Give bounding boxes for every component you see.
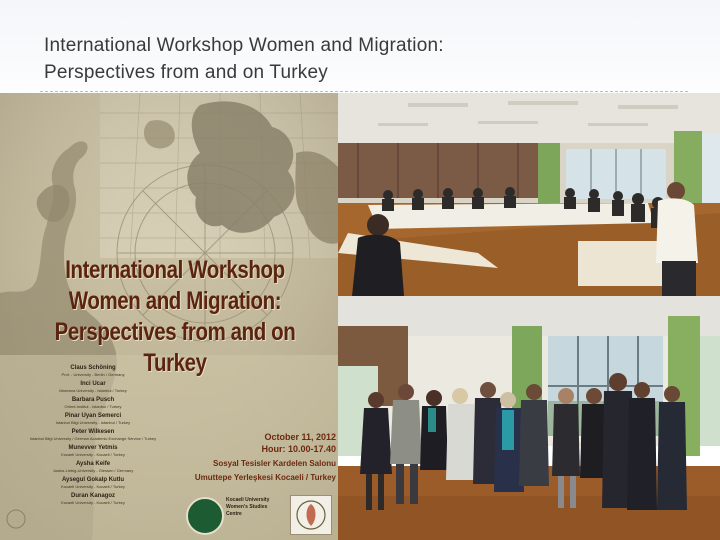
- speaker-affiliation: Kocaeli University - Kocaeli / Turkey: [61, 500, 125, 505]
- speaker-item: Barbara Pusch Orient-Institut - Istanbul …: [8, 397, 178, 409]
- speaker-affiliation: Kocaeli University - Kocaeli / Turkey: [61, 452, 125, 457]
- event-details: October 11, 2012 Hour: 10.00-17.40 Sosya…: [172, 431, 336, 483]
- speaker-name: Munevver Yetmis: [68, 445, 118, 451]
- event-date: October 11, 2012: [264, 432, 336, 442]
- poster-logos: Kocaeli University Women's Studies Centr…: [180, 493, 338, 537]
- speaker-name: Peter Wilkesen: [71, 429, 115, 435]
- logo-caption-line2: Women's Studies: [226, 504, 268, 510]
- speaker-item: Claus Schöning Prof. - University - Berli…: [8, 365, 178, 377]
- speaker-affiliation: Orient-Institut - Istanbul / Turkey: [64, 404, 122, 409]
- event-venue-line1: Sosyal Tesisler Kardelen Salonu: [212, 459, 336, 468]
- speaker-affiliation: Istanbul Bilgi University / German Acade…: [29, 436, 157, 441]
- speaker-affiliation: Marmara University - Istanbul / Turkey: [59, 388, 127, 393]
- speaker-name: Inci Ucar: [80, 381, 106, 387]
- slide-title-line2: Perspectives from and on Turkey: [44, 62, 328, 83]
- speaker-affiliation: Justus-Liebig-University - Giessen / Ger…: [52, 468, 134, 473]
- speaker-affiliation: Kocaeli University - Kocaeli / Turkey: [61, 484, 125, 489]
- event-hour: Hour: 10.00-17.40: [261, 444, 336, 454]
- speaker-name: Barbara Pusch: [71, 397, 115, 403]
- speaker-list: Claus Schöning Prof. - University - Berli…: [8, 361, 178, 505]
- speaker-item: Inci Ucar Marmara University - Istanbul /…: [8, 381, 178, 393]
- speaker-item: Aysegul Gokalp Kutlu Kocaeli University -…: [8, 477, 178, 489]
- group-photo: [338, 296, 720, 540]
- speaker-name: Duran Kanagoz: [70, 493, 115, 499]
- workshop-poster: International Workshop Women and Migrati…: [0, 93, 338, 540]
- speaker-item: Peter Wilkesen Istanbul Bilgi University …: [8, 429, 178, 441]
- logo-caption: Kocaeli University Women's Studies Centr…: [226, 497, 284, 518]
- speaker-affiliation: Istanbul Bilgi University - Istanbul / T…: [55, 420, 131, 425]
- slide-title-line1: International Workshop Women and Migrati…: [44, 35, 444, 56]
- poster-heading-line2: Women and Migration:: [68, 287, 282, 315]
- slide-title: International Workshop Women and Migrati…: [44, 32, 684, 86]
- speaker-item: Munevver Yetmis Kocaeli University - Koca…: [8, 445, 178, 457]
- logo-caption-line1: Kocaeli University: [226, 497, 270, 503]
- speaker-item: Aysha Keife Justus-Liebig-University - Gi…: [8, 461, 178, 473]
- speaker-name: Pinar Uyan Semerci: [64, 413, 122, 419]
- speaker-name: Claus Schöning: [70, 365, 116, 371]
- event-venue-line2: Umuttepe Yerleşkesi Kocaeli / Turkey: [194, 473, 336, 482]
- speaker-item: Duran Kanagoz Kocaeli University - Kocael…: [8, 493, 178, 505]
- title-divider: [40, 91, 688, 92]
- poster-heading-line1: International Workshop: [65, 256, 285, 284]
- logo-caption-line3: Centre: [226, 511, 242, 517]
- speaker-item: Pinar Uyan Semerci Istanbul Bilgi Univers…: [8, 413, 178, 425]
- kocaeli-university-seal-icon: [186, 497, 224, 535]
- speaker-name: Aysha Keife: [75, 461, 111, 467]
- womens-studies-emblem-icon: [290, 495, 332, 535]
- workshop-session-photo: [338, 93, 720, 296]
- speaker-affiliation: Prof. - University - Berlin / Germany: [61, 372, 125, 377]
- speaker-name: Aysegul Gokalp Kutlu: [61, 477, 125, 483]
